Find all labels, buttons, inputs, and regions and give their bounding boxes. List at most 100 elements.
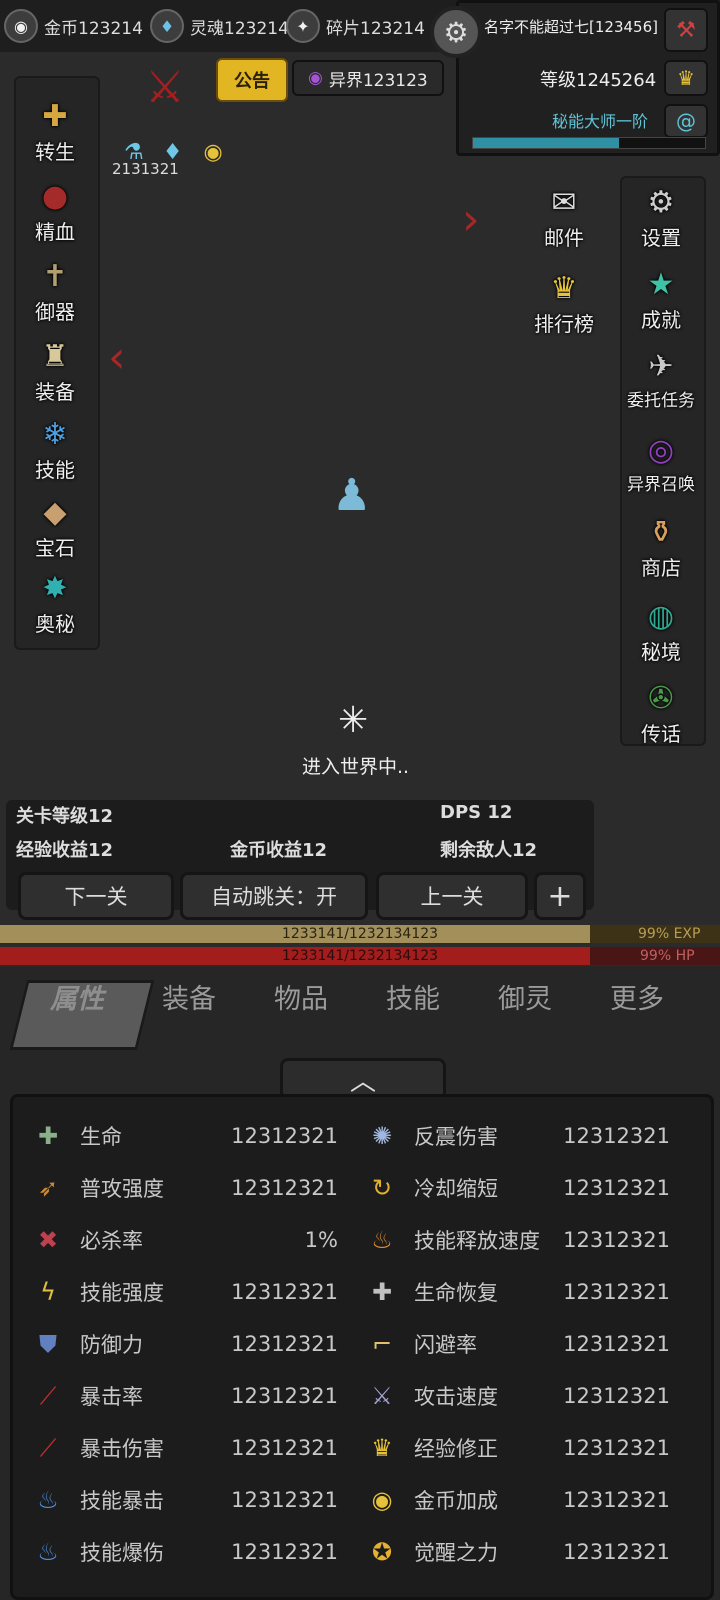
soul-resource[interactable]: ♦ 灵魂123214 [150, 8, 289, 44]
crown-icon[interactable]: ♛ [664, 60, 708, 96]
exp-text: 1233141/1232134123 [281, 926, 439, 942]
stat-value: 12312321 [563, 1228, 670, 1252]
shard-resource[interactable]: ✦ 碎片123214 [286, 8, 425, 44]
summon-icon: ◎ [647, 432, 675, 468]
right-menu-commission[interactable]: ✈ 委托任务 [626, 340, 696, 412]
prev-stage-button[interactable]: 上一关 [376, 872, 528, 920]
mystery-icon: ✸ [42, 570, 68, 606]
right-menu-message[interactable]: ✇ 传话 [626, 672, 696, 747]
swirl-icon: ↻ [371, 1174, 393, 1202]
stat-value: 12312321 [231, 1176, 338, 1200]
chevron-right-icon[interactable]: › [462, 194, 480, 245]
stat-name: 技能强度 [80, 1281, 164, 1305]
shop-icon: ⚱ [648, 514, 674, 550]
stat-value: 12312321 [563, 1124, 670, 1148]
stat-value: 12312321 [563, 1280, 670, 1304]
left-menu-skill[interactable]: ❄ 技能 [20, 408, 90, 483]
blue-flame-icon: ♨ [37, 1538, 59, 1566]
rebirth-icon: ✚ [42, 98, 68, 134]
stat-row: ♨ 技能释放速度 12312321 [364, 1218, 678, 1262]
stat-name: 经验修正 [414, 1437, 498, 1461]
right-menu-summon[interactable]: ◎ 异界召唤 [626, 424, 696, 496]
other-world-currency[interactable]: ◉ 异界123123 [292, 60, 444, 96]
title-progress-bar [472, 137, 706, 149]
right-menu-shop[interactable]: ⚱ 商店 [626, 506, 696, 581]
stat-value: 12312321 [231, 1280, 338, 1304]
left-menu-gem[interactable]: ◆ 宝石 [20, 486, 90, 561]
axe-icon[interactable]: ⚔ [110, 62, 220, 122]
buff-value: 2131321 [112, 160, 179, 178]
enemies-left: 剩余敌人12 [440, 840, 538, 861]
stat-row: ⌐ 闪避率 12312321 [364, 1322, 678, 1366]
slash-icon: ⟋ [39, 1382, 57, 1410]
left-menu-rebirth[interactable]: ✚ 转生 [20, 90, 90, 165]
commission-icon: ✈ [648, 348, 674, 384]
menu-ranking[interactable]: ♛ 排行榜 [526, 262, 602, 337]
coin-icon: ◉ [4, 9, 38, 43]
left-menu-equipment[interactable]: ♜ 装备 [20, 330, 90, 405]
burst-icon: ✺ [371, 1122, 393, 1150]
stat-row: ⟋ 暴击伤害 12312321 [30, 1426, 346, 1470]
left-menu-artifact[interactable]: ✝ 御器 [20, 250, 90, 325]
left-menu-mystery[interactable]: ✸ 奥秘 [20, 562, 90, 637]
stat-name: 必杀率 [80, 1229, 143, 1253]
tab-more[interactable]: 更多 [582, 968, 692, 1024]
right-menu-achievement[interactable]: ★ 成就 [626, 258, 696, 333]
right-menu-settings[interactable]: ⚙ 设置 [626, 176, 696, 251]
stat-value: 12312321 [231, 1488, 338, 1512]
slash-icon: ⟋ [39, 1434, 57, 1462]
stat-value: 12312321 [231, 1332, 338, 1356]
gem-icon: ◆ [43, 494, 67, 530]
stat-row: ✪ 觉醒之力 12312321 [364, 1530, 678, 1574]
tab-items[interactable]: 物品 [246, 968, 356, 1024]
stat-value: 1% [304, 1228, 338, 1252]
gold-income: 金币收益12 [230, 840, 328, 861]
stat-name: 攻击速度 [414, 1385, 498, 1409]
stat-row: ♨ 技能爆伤 12312321 [30, 1530, 346, 1574]
sword-icon: ⚔ [371, 1382, 393, 1410]
spinner-icon: ✳ [338, 700, 369, 741]
arrow-icon: ➶ [37, 1174, 59, 1202]
auto-skip-button[interactable]: 自动跳关：开 [180, 872, 368, 920]
menu-mail[interactable]: ✉ 邮件 [526, 176, 602, 251]
pickaxe-icon[interactable]: ⚒ [664, 8, 708, 52]
stat-row: ♨ 技能暴击 12312321 [30, 1478, 346, 1522]
tab-spirits[interactable]: 御灵 [470, 968, 580, 1024]
chevron-left-icon[interactable]: ‹ [108, 332, 126, 383]
stat-value: 12312321 [563, 1488, 670, 1512]
next-stage-button[interactable]: 下一关 [18, 872, 174, 920]
spiral-icon[interactable]: @ [664, 104, 708, 138]
stat-row: ♛ 经验修正 12312321 [364, 1426, 678, 1470]
mail-icon: ✉ [551, 184, 577, 220]
boot-icon: ⌐ [371, 1330, 393, 1358]
player-title: 秘能大师一阶 [552, 112, 649, 131]
settings-icon: ⚙ [647, 184, 675, 220]
tab-skills[interactable]: 技能 [358, 968, 468, 1024]
crown-icon: ♛ [371, 1434, 393, 1462]
stat-row: ✚ 生命恢复 12312321 [364, 1270, 678, 1314]
tab-attributes[interactable]: 属性 [22, 968, 132, 1024]
expand-plus-button[interactable]: + [534, 872, 586, 920]
gear-icon[interactable]: ⚙ [430, 6, 482, 58]
gold-label: 金币123214 [44, 18, 143, 39]
stat-name: 普攻强度 [80, 1177, 164, 1201]
skill-icon: ❄ [42, 416, 68, 452]
gold-resource[interactable]: ◉ 金币123214 [4, 8, 143, 44]
stat-row: ✖ 必杀率 1% [30, 1218, 346, 1262]
coin-icon: ◉ [371, 1486, 393, 1514]
ranking-icon: ♛ [550, 270, 578, 306]
coin-buff-icon: ◉ [203, 140, 223, 165]
message-icon: ✇ [648, 680, 674, 716]
vortex-icon: ◉ [308, 68, 323, 88]
stat-value: 12312321 [563, 1436, 670, 1460]
left-menu-essence[interactable]: ● 精血 [20, 170, 90, 245]
stat-value: 12312321 [563, 1540, 670, 1564]
stat-value: 12312321 [231, 1540, 338, 1564]
notice-button[interactable]: 公告 [216, 58, 288, 102]
shield-icon: ⛊ [39, 1330, 57, 1358]
equipment-icon: ♜ [41, 338, 69, 374]
plus-icon: + [547, 878, 573, 914]
tab-equipment[interactable]: 装备 [134, 968, 244, 1024]
stat-row: ⚔ 攻击速度 12312321 [364, 1374, 678, 1418]
right-menu-secret-realm[interactable]: ◍ 秘境 [626, 590, 696, 665]
